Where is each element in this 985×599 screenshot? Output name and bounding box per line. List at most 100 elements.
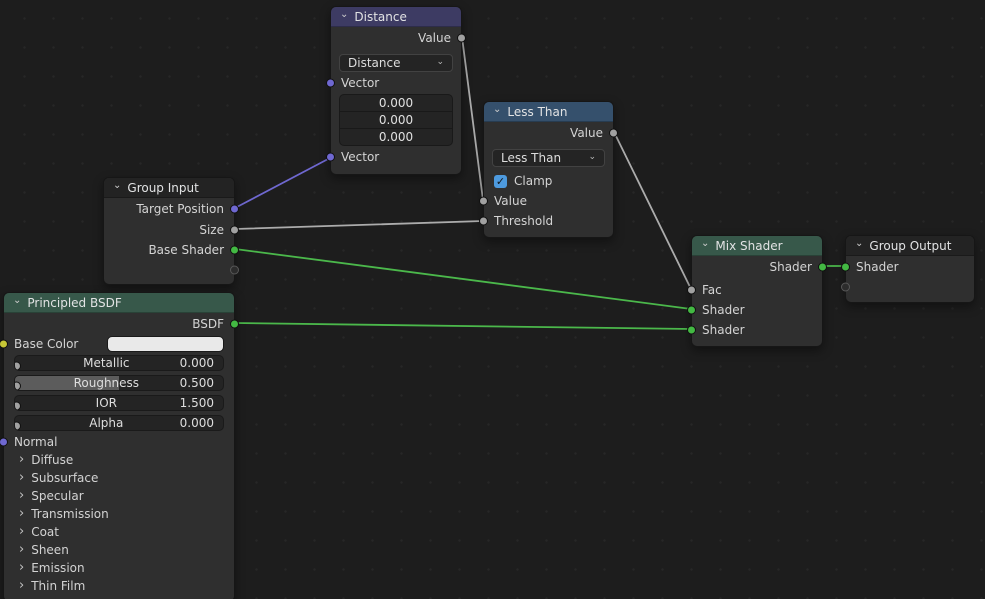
operation-value: Distance bbox=[348, 56, 400, 70]
collapse-chevron-icon[interactable]: ⌄ bbox=[855, 239, 863, 249]
socket-output-base-shader[interactable] bbox=[230, 246, 239, 255]
socket-input-vector2[interactable] bbox=[326, 153, 335, 162]
chevron-down-icon: ⌄ bbox=[588, 152, 596, 162]
node-title: Group Input bbox=[127, 181, 198, 195]
alpha-slider[interactable]: Alpha 0.000 bbox=[14, 415, 224, 431]
vector-x-field[interactable]: 0.000 bbox=[340, 95, 452, 111]
chevron-right-icon: › bbox=[19, 453, 24, 466]
output-label: BSDF bbox=[192, 317, 224, 331]
node-group-input-header[interactable]: ⌄ Group Input bbox=[104, 178, 234, 198]
output-row-target-position: Target Position bbox=[104, 198, 234, 220]
socket-input-metallic[interactable] bbox=[14, 361, 21, 370]
input-label: Shader bbox=[702, 303, 745, 317]
clamp-checkbox[interactable]: ✓ bbox=[494, 175, 507, 188]
link-target-position-to-vector[interactable] bbox=[235, 158, 330, 208]
socket-input-shader2[interactable] bbox=[687, 326, 696, 335]
input-row-virtual bbox=[846, 278, 974, 296]
chevron-down-icon: ⌄ bbox=[436, 57, 444, 67]
output-label: Size bbox=[199, 223, 224, 237]
node-principled-bsdf-header[interactable]: ⌄ Principled BSDF bbox=[4, 293, 234, 313]
node-less-than[interactable]: ⌄ Less Than Value Less Than ⌄ ✓ Clamp Va… bbox=[483, 101, 614, 238]
link-distance-value-to-lessthan-value[interactable] bbox=[462, 37, 483, 200]
socket-output-shader[interactable] bbox=[818, 263, 827, 272]
panel-sheen[interactable]: › Sheen bbox=[4, 541, 234, 559]
input-label: Shader bbox=[856, 260, 899, 274]
node-title: Less Than bbox=[507, 105, 567, 119]
metallic-slider[interactable]: Metallic 0.000 bbox=[14, 355, 224, 371]
link-lessthan-value-to-fac[interactable] bbox=[614, 132, 691, 289]
node-group-input[interactable]: ⌄ Group Input Target Position Size Base … bbox=[103, 177, 235, 285]
output-row-shader: Shader bbox=[692, 256, 822, 278]
output-label: Base Shader bbox=[148, 243, 224, 257]
operation-dropdown[interactable]: Less Than ⌄ bbox=[492, 149, 605, 167]
panel-diffuse[interactable]: › Diffuse bbox=[4, 451, 234, 469]
node-title: Mix Shader bbox=[715, 239, 782, 253]
node-distance[interactable]: ⌄ Distance Value Distance ⌄ Vector 0.000… bbox=[330, 6, 462, 175]
collapse-chevron-icon[interactable]: ⌄ bbox=[493, 105, 501, 115]
panel-subsurface[interactable]: › Subsurface bbox=[4, 469, 234, 487]
socket-output-value[interactable] bbox=[609, 129, 618, 138]
socket-input-ior[interactable] bbox=[14, 401, 21, 410]
node-group-output-header[interactable]: ⌄ Group Output bbox=[846, 236, 974, 256]
link-base-shader-to-mix-shader[interactable] bbox=[235, 249, 691, 309]
input-row-vector: Vector bbox=[331, 74, 461, 92]
collapse-chevron-icon[interactable]: ⌄ bbox=[13, 296, 21, 306]
socket-input-value[interactable] bbox=[479, 197, 488, 206]
input-row-base-color: Base Color bbox=[4, 335, 234, 353]
socket-input-shader1[interactable] bbox=[687, 306, 696, 315]
input-label: Threshold bbox=[494, 214, 553, 228]
socket-input-shader[interactable] bbox=[841, 263, 850, 272]
socket-output-target-position[interactable] bbox=[230, 205, 239, 214]
link-bsdf-to-mix-shader[interactable] bbox=[235, 323, 691, 329]
collapse-chevron-icon[interactable]: ⌄ bbox=[340, 10, 348, 20]
clamp-label: Clamp bbox=[514, 174, 552, 188]
socket-input-alpha[interactable] bbox=[14, 421, 21, 430]
roughness-slider[interactable]: Roughness 0.500 bbox=[14, 375, 224, 391]
chevron-right-icon: › bbox=[19, 561, 24, 574]
node-mix-shader[interactable]: ⌄ Mix Shader Shader Fac Shader Shader bbox=[691, 235, 823, 347]
output-label: Shader bbox=[769, 260, 812, 274]
input-row-shader2: Shader bbox=[692, 320, 822, 340]
chevron-right-icon: › bbox=[19, 543, 24, 556]
node-editor-canvas[interactable]: ⌄ Distance Value Distance ⌄ Vector 0.000… bbox=[0, 0, 985, 599]
vector-z-field[interactable]: 0.000 bbox=[340, 129, 452, 145]
socket-input-fac[interactable] bbox=[687, 286, 696, 295]
output-row-base-shader: Base Shader bbox=[104, 240, 234, 260]
panel-specular[interactable]: › Specular bbox=[4, 487, 234, 505]
output-row-value: Value bbox=[484, 122, 613, 144]
node-principled-bsdf[interactable]: ⌄ Principled BSDF BSDF Base Color Metall… bbox=[3, 292, 235, 599]
node-less-than-header[interactable]: ⌄ Less Than bbox=[484, 102, 613, 122]
link-size-to-threshold[interactable] bbox=[235, 221, 483, 229]
output-row-virtual bbox=[104, 260, 234, 280]
socket-input-normal[interactable] bbox=[0, 438, 8, 447]
vector-value-stack: 0.000 0.000 0.000 bbox=[339, 94, 453, 146]
socket-output-size[interactable] bbox=[230, 226, 239, 235]
socket-virtual[interactable] bbox=[230, 266, 239, 275]
panel-thin-film[interactable]: › Thin Film bbox=[4, 577, 234, 595]
socket-output-value[interactable] bbox=[457, 34, 466, 43]
node-distance-header[interactable]: ⌄ Distance bbox=[331, 7, 461, 27]
vector-y-field[interactable]: 0.000 bbox=[340, 112, 452, 128]
input-label: Vector bbox=[341, 76, 379, 90]
base-color-swatch[interactable] bbox=[107, 336, 224, 352]
panel-emission[interactable]: › Emission bbox=[4, 559, 234, 577]
panel-coat[interactable]: › Coat bbox=[4, 523, 234, 541]
collapse-chevron-icon[interactable]: ⌄ bbox=[701, 239, 709, 249]
operation-dropdown[interactable]: Distance ⌄ bbox=[339, 54, 453, 72]
socket-virtual[interactable] bbox=[841, 283, 850, 292]
input-row-value: Value bbox=[484, 191, 613, 211]
chevron-right-icon: › bbox=[19, 579, 24, 592]
node-group-output[interactable]: ⌄ Group Output Shader bbox=[845, 235, 975, 303]
collapse-chevron-icon[interactable]: ⌄ bbox=[113, 181, 121, 191]
socket-output-bsdf[interactable] bbox=[230, 320, 239, 329]
input-row-fac: Fac bbox=[692, 280, 822, 300]
output-label: Target Position bbox=[136, 202, 224, 216]
socket-input-threshold[interactable] bbox=[479, 217, 488, 226]
node-mix-shader-header[interactable]: ⌄ Mix Shader bbox=[692, 236, 822, 256]
ior-slider[interactable]: IOR 1.500 bbox=[14, 395, 224, 411]
panel-transmission[interactable]: › Transmission bbox=[4, 505, 234, 523]
input-row-shader1: Shader bbox=[692, 300, 822, 320]
input-label: Shader bbox=[702, 323, 745, 337]
socket-input-base-color[interactable] bbox=[0, 340, 8, 349]
socket-input-vector[interactable] bbox=[326, 79, 335, 88]
